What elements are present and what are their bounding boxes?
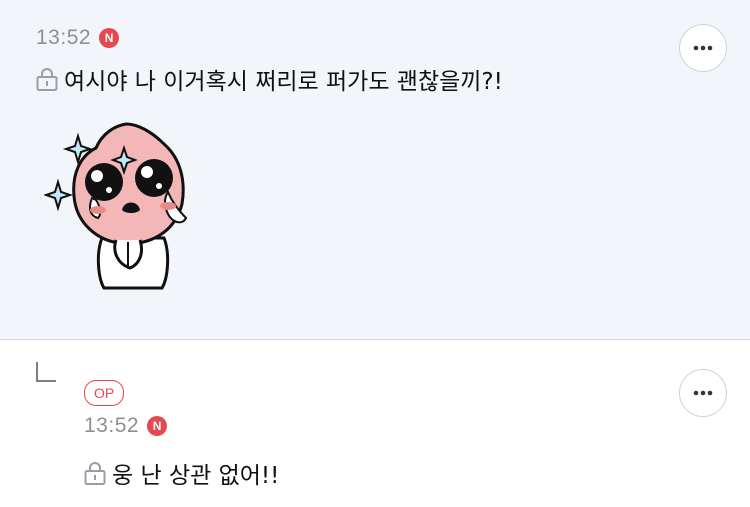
lock-icon <box>36 68 58 91</box>
new-badge: N <box>147 416 168 436</box>
more-dots-icon <box>693 390 713 396</box>
post-time: 13:52 <box>36 26 92 49</box>
post-message: 여시야 나 이거혹시 쩌리로 퍼가도 괜찮을끼?! <box>64 69 503 95</box>
original-comment: 13:52 N 여시야 나 이거혹시 쩌리로 퍼가도 괜찮을끼?! <box>0 0 750 340</box>
new-badge: N <box>99 28 120 48</box>
peach-character-sticker[interactable] <box>44 118 204 293</box>
reply-meta: 13:52 N <box>84 414 168 438</box>
lock-icon <box>84 462 106 485</box>
more-dots-icon <box>693 45 713 51</box>
post-message-row: 여시야 나 이거혹시 쩌리로 퍼가도 괜찮을끼?! <box>36 62 503 96</box>
reply-message: 웅 난 상관 없어!! <box>112 463 280 489</box>
post-more-button[interactable] <box>679 24 727 72</box>
reply-message-row: 웅 난 상관 없어!! <box>84 456 279 490</box>
op-badge: OP <box>84 380 125 406</box>
reply-indent-icon <box>36 362 56 382</box>
post-meta: 13:52 N <box>36 26 120 50</box>
reply-time: 13:52 <box>84 414 140 437</box>
reply-more-button[interactable] <box>679 369 727 417</box>
